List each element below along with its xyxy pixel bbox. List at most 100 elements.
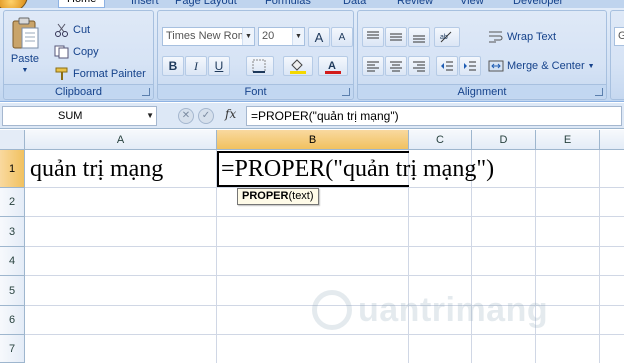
text-orientation-icon: ab	[440, 31, 452, 43]
copy-button[interactable]: Copy	[54, 43, 99, 61]
cancel-icon[interactable]: ✕	[178, 108, 194, 124]
tooltip-function-name[interactable]: PROPER	[242, 190, 288, 202]
column-header-d[interactable]: D	[472, 130, 536, 150]
merge-center-dropdown-icon[interactable]: ▼	[588, 63, 595, 70]
copy-icon	[54, 45, 69, 59]
paint-bucket-icon	[290, 59, 306, 74]
font-color-icon: A	[325, 60, 341, 74]
align-left-button[interactable]	[362, 56, 384, 76]
align-middle-button[interactable]	[385, 27, 407, 47]
select-all-corner[interactable]	[0, 130, 25, 150]
function-tooltip: PROPER(text)	[237, 188, 319, 205]
worksheet-grid[interactable]: A B C D E 1 2 3 4 5 6 7 uantrimang quản …	[0, 130, 624, 363]
font-size-dropdown-icon[interactable]: ▼	[292, 28, 304, 45]
shrink-font-icon: A	[338, 31, 346, 43]
align-right-button[interactable]	[408, 56, 430, 76]
tab-review[interactable]: Review	[397, 0, 433, 8]
gridline	[25, 216, 624, 217]
align-middle-icon	[390, 33, 402, 41]
copy-label: Copy	[73, 46, 99, 58]
align-top-button[interactable]	[362, 27, 384, 47]
decrease-indent-button[interactable]	[436, 56, 458, 76]
borders-button[interactable]	[246, 56, 274, 76]
clipboard-group-label: Clipboard	[4, 84, 153, 98]
increase-indent-button[interactable]	[459, 56, 481, 76]
font-size-combo[interactable]: 20 ▼	[258, 27, 305, 46]
row-header-6[interactable]: 6	[0, 306, 25, 335]
tab-formulas[interactable]: Formulas	[265, 0, 311, 8]
row-header-3[interactable]: 3	[0, 217, 25, 247]
grow-font-button[interactable]: A	[308, 27, 330, 47]
alignment-group: ab Wrap Text Merge & Center ▼ Alignment	[357, 10, 607, 100]
align-bottom-button[interactable]	[408, 27, 430, 47]
number-format-combo[interactable]: G	[614, 27, 624, 46]
font-group: Times New Rom ▼ 20 ▼ A A B I U A Font	[157, 10, 354, 100]
column-header-b[interactable]: B	[217, 130, 409, 150]
align-top-icon	[367, 31, 379, 39]
row-header-4[interactable]: 4	[0, 247, 25, 276]
font-dialog-launcher-icon[interactable]	[342, 88, 350, 96]
name-box[interactable]: SUM ▼	[2, 106, 157, 126]
insert-function-icon[interactable]: fx	[225, 107, 236, 121]
paste-icon	[12, 17, 39, 49]
tab-view[interactable]: View	[460, 0, 484, 8]
cell-a1[interactable]: quản trị mạng	[30, 152, 163, 186]
watermark-logo-icon	[312, 290, 352, 330]
row-header-2[interactable]: 2	[0, 188, 25, 217]
cut-button[interactable]: Cut	[54, 21, 90, 39]
merge-center-icon	[488, 60, 504, 72]
ribbon-tabs: Home Insert Page Layout Formulas Data Re…	[0, 0, 624, 8]
column-header-f[interactable]	[600, 130, 624, 150]
grow-font-icon: A	[314, 29, 324, 45]
ribbon: Paste ▼ Cut Copy Format Painter Clipboar…	[0, 8, 624, 102]
paintbrush-icon	[55, 67, 68, 80]
office-button[interactable]	[0, 0, 28, 8]
font-group-label: Font	[158, 84, 353, 98]
paste-button[interactable]: Paste ▼	[10, 17, 40, 81]
formula-input[interactable]: =PROPER("quản trị mạng")	[246, 106, 622, 126]
number-format-value: G	[618, 30, 624, 42]
wrap-text-label: Wrap Text	[507, 31, 557, 43]
format-painter-label: Format Painter	[73, 68, 146, 80]
gridline	[25, 334, 624, 335]
borders-icon	[252, 59, 266, 73]
column-header-c[interactable]: C	[409, 130, 472, 150]
orientation-button[interactable]: ab	[434, 27, 460, 47]
alignment-dialog-launcher-icon[interactable]	[595, 88, 603, 96]
gridline	[599, 150, 600, 363]
font-name-combo[interactable]: Times New Rom ▼	[162, 27, 255, 46]
row-header-1[interactable]: 1	[0, 150, 25, 188]
tab-data[interactable]: Data	[343, 0, 366, 8]
tab-page-layout[interactable]: Page Layout	[175, 0, 237, 8]
alignment-group-label: Alignment	[358, 84, 606, 98]
number-group: G	[610, 10, 624, 100]
font-name-dropdown-icon[interactable]: ▼	[242, 28, 254, 45]
column-header-a[interactable]: A	[25, 130, 217, 150]
clipboard-group: Paste ▼ Cut Copy Format Painter Clipboar…	[3, 10, 154, 100]
name-box-dropdown-icon[interactable]: ▼	[146, 107, 154, 125]
paste-dropdown-icon[interactable]: ▼	[22, 67, 29, 74]
cell-b1-editing-text[interactable]: =PROPER("quản trị mạng")	[221, 152, 494, 186]
svg-text:ab: ab	[440, 34, 448, 41]
tab-developer[interactable]: Developer	[513, 0, 563, 8]
italic-icon: I	[194, 58, 198, 73]
font-color-button[interactable]: A	[318, 56, 348, 76]
row-header-7[interactable]: 7	[0, 335, 25, 363]
tab-home[interactable]: Home	[58, 0, 106, 8]
align-center-button[interactable]	[385, 56, 407, 76]
tab-insert[interactable]: Insert	[131, 0, 159, 8]
cut-label: Cut	[73, 24, 91, 36]
underline-button[interactable]: U	[208, 56, 230, 76]
format-painter-button[interactable]: Format Painter	[54, 65, 146, 83]
merge-center-button[interactable]: Merge & Center ▼	[488, 57, 595, 75]
bold-button[interactable]: B	[162, 56, 184, 76]
font-size-value: 20	[262, 30, 275, 42]
wrap-text-button[interactable]: Wrap Text	[488, 28, 556, 46]
column-header-e[interactable]: E	[536, 130, 600, 150]
enter-check-icon[interactable]: ✓	[198, 108, 214, 124]
row-header-5[interactable]: 5	[0, 276, 25, 306]
fill-color-button[interactable]	[283, 56, 313, 76]
clipboard-dialog-launcher-icon[interactable]	[142, 88, 150, 96]
shrink-font-button[interactable]: A	[331, 27, 353, 47]
italic-button[interactable]: I	[185, 56, 207, 76]
